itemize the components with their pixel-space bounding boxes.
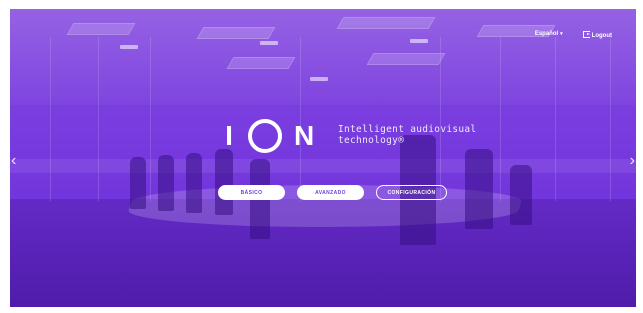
logout-label: Logout [591, 33, 612, 39]
ion-logo: I N [220, 114, 314, 158]
language-selector[interactable]: Español ▾ [535, 31, 563, 39]
language-label: Español [534, 31, 559, 37]
logo-ring-icon [246, 117, 284, 155]
configuration-button[interactable]: CONFIGURACIÓN [376, 185, 447, 200]
tagline-line-1: Intelligent audiovisual [338, 124, 477, 135]
logo-letter-n: N [294, 120, 315, 151]
logout-icon [582, 31, 590, 38]
tagline-line-2: technology® [338, 135, 405, 146]
top-nav: Español ▾ Logout [535, 31, 612, 39]
advanced-mode-button[interactable]: AVANZADO [297, 185, 364, 200]
carousel-prev-arrow[interactable]: ‹ [11, 153, 16, 169]
logo-letter-i: I [225, 120, 233, 151]
mode-buttons: BÁSICO AVANZADO CONFIGURACIÓN [218, 185, 447, 200]
chevron-down-icon: ▾ [560, 31, 563, 37]
logout-link[interactable]: Logout [582, 31, 612, 39]
carousel-next-arrow[interactable]: › [630, 153, 635, 169]
tagline: Intelligent audiovisual technology® [338, 124, 476, 146]
hero-banner: Español ▾ Logout ‹ › I N Intelligent audi… [10, 9, 636, 307]
basic-mode-button[interactable]: BÁSICO [218, 185, 285, 200]
